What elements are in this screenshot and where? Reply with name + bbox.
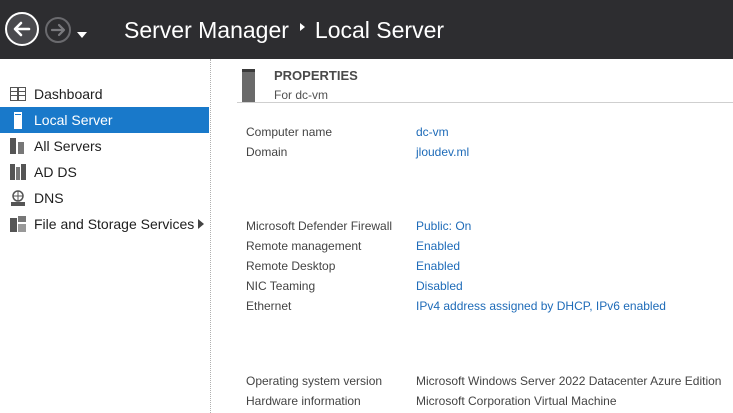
property-row: Domain jloudev.ml [246, 145, 469, 163]
property-label: Computer name [246, 125, 333, 139]
property-label: Domain [246, 145, 288, 159]
property-label: Remote management [246, 239, 362, 253]
back-button[interactable] [5, 12, 39, 46]
sidebar-item-dashboard[interactable]: Dashboard [0, 81, 209, 107]
sidebar-item-label: DNS [34, 190, 64, 206]
title-bar: Server Manager Local Server [0, 0, 733, 59]
domain-link[interactable]: jloudev.ml [416, 145, 469, 163]
properties-title: PROPERTIES [274, 68, 358, 83]
property-row: Microsoft Defender Firewall Public: On [246, 219, 471, 237]
sidebar-item-ad-ds[interactable]: AD DS [0, 159, 209, 185]
property-label: Microsoft Defender Firewall [246, 219, 393, 233]
property-row: Computer name dc-vm [246, 125, 449, 143]
sidebar-item-label: All Servers [34, 138, 102, 154]
properties-subtitle: For dc-vm [274, 88, 328, 102]
servers-icon [9, 137, 27, 155]
os-version-value: Microsoft Windows Server 2022 Datacenter… [416, 374, 722, 388]
hardware-info-value: Microsoft Corporation Virtual Machine [416, 394, 617, 408]
server-icon [242, 69, 255, 102]
property-row: Hardware information Microsoft Corporati… [246, 394, 617, 412]
chevron-down-icon [77, 32, 87, 38]
sidebar-item-local-server[interactable]: Local Server [0, 107, 209, 133]
property-label: Operating system version [246, 374, 383, 388]
dashboard-icon [9, 85, 27, 103]
computer-name-link[interactable]: dc-vm [416, 125, 449, 143]
remote-management-link[interactable]: Enabled [416, 239, 460, 257]
expand-arrow-icon[interactable] [198, 219, 204, 229]
properties-panel: PROPERTIES For dc-vm Computer name dc-vm… [212, 59, 733, 413]
sidebar-item-file-and-storage-services[interactable]: File and Storage Services [0, 211, 209, 237]
dns-icon [9, 189, 27, 207]
property-row: Operating system version Microsoft Windo… [246, 374, 721, 392]
property-row: Ethernet IPv4 address assigned by DHCP, … [246, 299, 666, 317]
property-row: Remote management Enabled [246, 239, 460, 257]
server-icon [9, 111, 27, 129]
breadcrumb-current: Local Server [314, 16, 445, 43]
property-label: Remote Desktop [246, 259, 336, 273]
property-label: Ethernet [246, 299, 292, 313]
property-label: Hardware information [246, 394, 361, 408]
property-row: Remote Desktop Enabled [246, 259, 460, 277]
breadcrumb-root[interactable]: Server Manager [124, 17, 289, 44]
forward-button[interactable] [45, 17, 71, 43]
properties-header: PROPERTIES For dc-vm [237, 68, 733, 103]
breadcrumb-separator-icon [299, 23, 305, 31]
sidebar-item-all-servers[interactable]: All Servers [0, 133, 209, 159]
arrow-left-icon [13, 21, 31, 37]
arrow-right-icon [50, 23, 66, 37]
storage-icon [9, 215, 27, 233]
sidebar: Dashboard Local Server All Servers AD DS… [0, 59, 210, 413]
sidebar-item-label: Dashboard [34, 86, 103, 102]
sidebar-item-label: Local Server [34, 112, 113, 128]
remote-desktop-link[interactable]: Enabled [416, 259, 460, 277]
firewall-link[interactable]: Public: On [416, 219, 471, 237]
property-row: NIC Teaming Disabled [246, 279, 463, 297]
nic-teaming-link[interactable]: Disabled [416, 279, 463, 297]
property-label: NIC Teaming [246, 279, 316, 293]
sidebar-item-label: File and Storage Services [34, 216, 195, 232]
sidebar-item-label: AD DS [34, 164, 77, 180]
history-dropdown-button[interactable] [76, 26, 88, 38]
breadcrumb: Server Manager Local Server [124, 14, 444, 46]
ethernet-link[interactable]: IPv4 address assigned by DHCP, IPv6 enab… [416, 299, 666, 317]
ad-ds-icon [9, 163, 27, 181]
sidebar-item-dns[interactable]: DNS [0, 185, 209, 211]
